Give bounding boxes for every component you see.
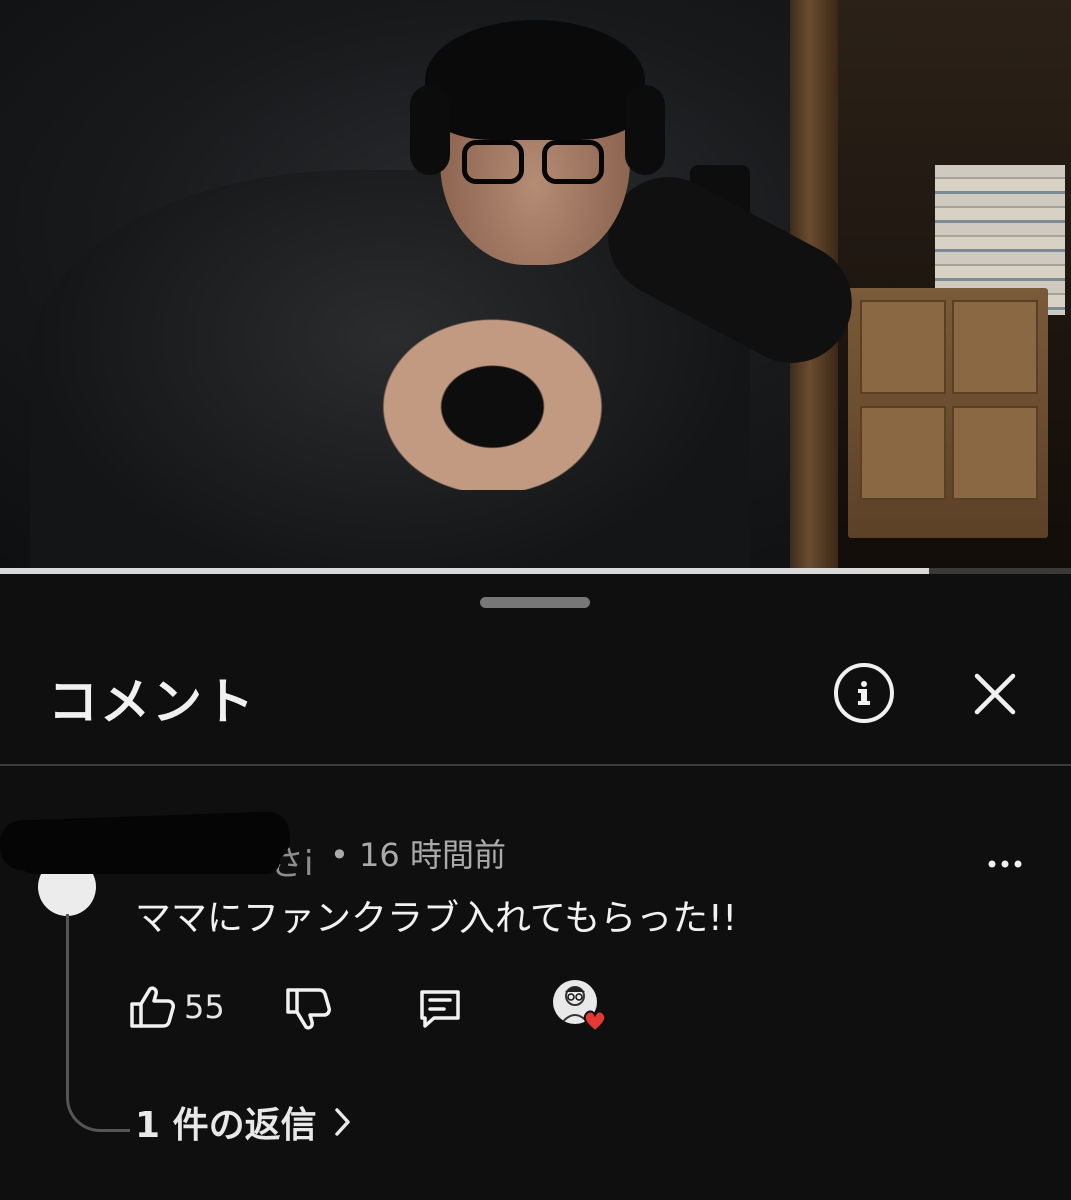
- shelf-drawer: [952, 300, 1038, 394]
- more-icon[interactable]: [985, 854, 1025, 874]
- thumbs-down-icon: [286, 988, 331, 1030]
- thumbs-up-icon: [130, 986, 175, 1028]
- like-count: 55: [184, 988, 225, 1026]
- person-hair: [425, 20, 645, 140]
- reply-button[interactable]: [416, 986, 464, 1032]
- shelf-drawer: [860, 300, 946, 394]
- close-icon[interactable]: [966, 665, 1024, 723]
- shelf-drawer: [952, 406, 1038, 500]
- comment-meta: • 16 時間前: [330, 830, 506, 876]
- heart-hands: [365, 305, 620, 490]
- drag-handle[interactable]: [480, 597, 590, 608]
- dislike-button[interactable]: [284, 986, 332, 1032]
- headphone-right: [625, 85, 665, 175]
- info-icon[interactable]: [834, 663, 894, 723]
- person-glasses: [462, 140, 612, 188]
- headphone-left: [410, 85, 450, 175]
- comment-item: さi • 16 時間前 ママにファンクラブ入れてもらった!! 55 1 件の返信: [0, 766, 1071, 1200]
- comment-timestamp[interactable]: 16 時間前: [359, 836, 506, 874]
- replies-label: 1 件の返信: [135, 1105, 317, 1146]
- comment-text: ママにファンクラブ入れてもらった!!: [135, 898, 737, 939]
- comments-title: コメント: [48, 673, 256, 731]
- reply-icon: [420, 990, 460, 1028]
- shelf-drawer: [860, 406, 946, 500]
- chevron-right-icon: [334, 1108, 350, 1136]
- heart-icon: [583, 1010, 607, 1033]
- comment-actions: 55: [128, 976, 648, 1036]
- wooden-shelf: [848, 288, 1048, 538]
- creator-heart: [553, 976, 613, 1036]
- comments-sheet: コメント さi • 16 時間前 ママにファンクラブ入れてもらった!! 55 1…: [0, 574, 1071, 1200]
- meta-separator: •: [330, 836, 349, 874]
- view-replies-button[interactable]: 1 件の返信: [135, 1096, 353, 1148]
- redaction-mark: [20, 848, 280, 874]
- like-button[interactable]: 55: [128, 984, 225, 1030]
- video-player[interactable]: [0, 0, 1071, 570]
- thread-line: [66, 914, 130, 1132]
